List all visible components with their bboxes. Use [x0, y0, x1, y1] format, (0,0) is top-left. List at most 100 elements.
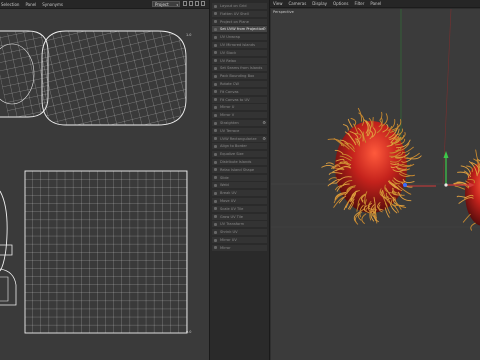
- tool-icon: [214, 238, 217, 242]
- tool-icon: [214, 144, 217, 148]
- tool-item[interactable]: Align to Border: [212, 143, 267, 150]
- tool-item[interactable]: Mirror: [212, 244, 267, 251]
- tool-label: Set UVW from Projection: [220, 27, 265, 32]
- tool-icon: [214, 35, 217, 39]
- tool-label: Shrink UV: [220, 230, 238, 235]
- tool-item[interactable]: Fit Canvas: [212, 88, 267, 95]
- tool-item[interactable]: Mirror UV: [212, 237, 267, 243]
- tool-item[interactable]: Flatten UV Shell: [212, 10, 267, 17]
- tool-item[interactable]: Project on Plane: [212, 18, 267, 25]
- tool-item[interactable]: Relax Island Shape: [212, 166, 267, 173]
- tool-icon: [214, 51, 217, 55]
- tool-label: Align to Border: [220, 144, 247, 149]
- tool-item[interactable]: UV Unwrap: [212, 34, 267, 41]
- tool-item[interactable]: Set UVW from Projection ⚙: [212, 26, 267, 33]
- uv-coord-top: 1.0: [186, 33, 192, 37]
- tool-icon: [214, 121, 217, 125]
- tool-icon: [214, 90, 217, 94]
- viewport-menubar: View Cameras Display Options Filter Pane…: [270, 0, 480, 8]
- tool-label: Rotate CW: [220, 82, 239, 86]
- viewport-scene: [271, 9, 480, 231]
- tool-label: Mirror U: [220, 105, 235, 110]
- tool-icon: [214, 230, 217, 234]
- tool-icon: [214, 176, 217, 180]
- hair-strand: [321, 164, 336, 168]
- projection-dropdown[interactable]: Project ▾: [152, 1, 180, 7]
- tool-item[interactable]: Straighten ⚙: [212, 120, 267, 126]
- tool-item[interactable]: Fit Canvas to UV: [212, 96, 267, 103]
- tool-item[interactable]: Shrink UV: [212, 229, 267, 236]
- uv-menu-synonyms[interactable]: Synonyms: [42, 2, 63, 7]
- tool-item[interactable]: Layout on Grid: [212, 3, 267, 9]
- tool-item[interactable]: Set Seams from Islands: [212, 65, 267, 72]
- tool-icon: [214, 27, 217, 31]
- vp-menu-view[interactable]: View: [273, 1, 283, 6]
- tool-item[interactable]: UV Stack: [212, 49, 267, 56]
- 3d-viewport[interactable]: Perspective: [271, 9, 480, 360]
- tool-item[interactable]: Distribute Islands: [212, 159, 267, 165]
- tool-icon: [214, 59, 217, 63]
- tool-icon: [214, 105, 217, 109]
- hair-strand: [456, 195, 467, 198]
- hair-strand: [327, 182, 337, 187]
- tool-label: UV Stack: [220, 50, 237, 55]
- uv-editor-canvas[interactable]: 1.0 0.0: [0, 9, 209, 360]
- tool-item[interactable]: Rotate CW: [212, 81, 267, 87]
- tool-item[interactable]: Pack Bounding Box: [212, 73, 267, 80]
- tool-label: Layout on Grid: [220, 4, 247, 8]
- vp-menu-panel[interactable]: Panel: [370, 1, 381, 6]
- tool-item[interactable]: Mirror V: [212, 112, 267, 119]
- tool-item[interactable]: UV Transform: [212, 221, 267, 228]
- projection-value: Project: [155, 2, 169, 7]
- lock-icon[interactable]: [183, 1, 187, 6]
- uv-menu-panel[interactable]: Panel: [25, 2, 36, 7]
- tool-icon: [214, 66, 217, 70]
- tool-item[interactable]: UVW Rectangularize ⚙: [212, 135, 267, 142]
- tool-item[interactable]: UV Relax: [212, 57, 267, 64]
- tool-label: Mirror UV: [220, 238, 237, 242]
- gear-icon[interactable]: ⚙: [262, 120, 266, 126]
- tool-icon: [214, 160, 217, 164]
- snap-icon[interactable]: [195, 1, 199, 6]
- tool-icon: [214, 152, 217, 156]
- gear-icon[interactable]: ⚙: [262, 136, 266, 142]
- tool-label: Move UV: [220, 199, 236, 203]
- tool-item[interactable]: Grow UV Tile: [212, 213, 267, 220]
- tool-label: Distribute Islands: [220, 160, 252, 164]
- tool-label: Project on Plane: [220, 19, 249, 24]
- hair-strand: [462, 213, 471, 223]
- tool-item[interactable]: Weld: [212, 182, 267, 189]
- vp-menu-filter[interactable]: Filter: [354, 1, 364, 6]
- tool-icon: [214, 199, 217, 203]
- vp-menu-options[interactable]: Options: [333, 1, 348, 6]
- uv-layout: [0, 30, 188, 334]
- vp-menu-cameras[interactable]: Cameras: [289, 1, 307, 6]
- uv-shell-grid: [24, 170, 188, 334]
- uv-menu-selection[interactable]: Selection: [1, 2, 19, 7]
- tool-item[interactable]: Move UV: [212, 198, 267, 204]
- uv-coord-bottom: 0.0: [186, 330, 192, 334]
- tool-icon: [214, 20, 217, 24]
- tool-item[interactable]: Mirror U: [212, 104, 267, 111]
- tool-item[interactable]: Slide: [212, 174, 267, 181]
- tool-label: UV Unwrap: [220, 35, 241, 40]
- tool-icon: [214, 74, 217, 78]
- gear-icon[interactable]: ⚙: [262, 26, 266, 32]
- tool-label: Mirror V: [220, 113, 235, 118]
- tool-item[interactable]: Scale UV Tile: [212, 205, 267, 212]
- uv-tools-panel: Layout on Grid Flatten UV Shell Project on…: [209, 0, 270, 360]
- tool-item[interactable]: UV Terrace: [212, 127, 267, 134]
- tool-label: UV Relax: [220, 58, 237, 63]
- settings-icon[interactable]: [201, 1, 205, 6]
- tool-label: Equalize Size: [220, 152, 244, 157]
- tool-item[interactable]: UV Mirrored Islands: [212, 42, 267, 48]
- tool-item[interactable]: Equalize Size: [212, 151, 267, 158]
- tool-item[interactable]: Break UV: [212, 190, 267, 197]
- grid-icon[interactable]: [189, 1, 193, 6]
- tool-label: Fit Canvas: [220, 89, 239, 94]
- tool-label: Mirror: [220, 245, 231, 250]
- vp-menu-display[interactable]: Display: [312, 1, 327, 6]
- hair-strand: [384, 207, 390, 218]
- hair-strand: [325, 162, 334, 165]
- tool-label: Set Seams from Islands: [220, 66, 263, 71]
